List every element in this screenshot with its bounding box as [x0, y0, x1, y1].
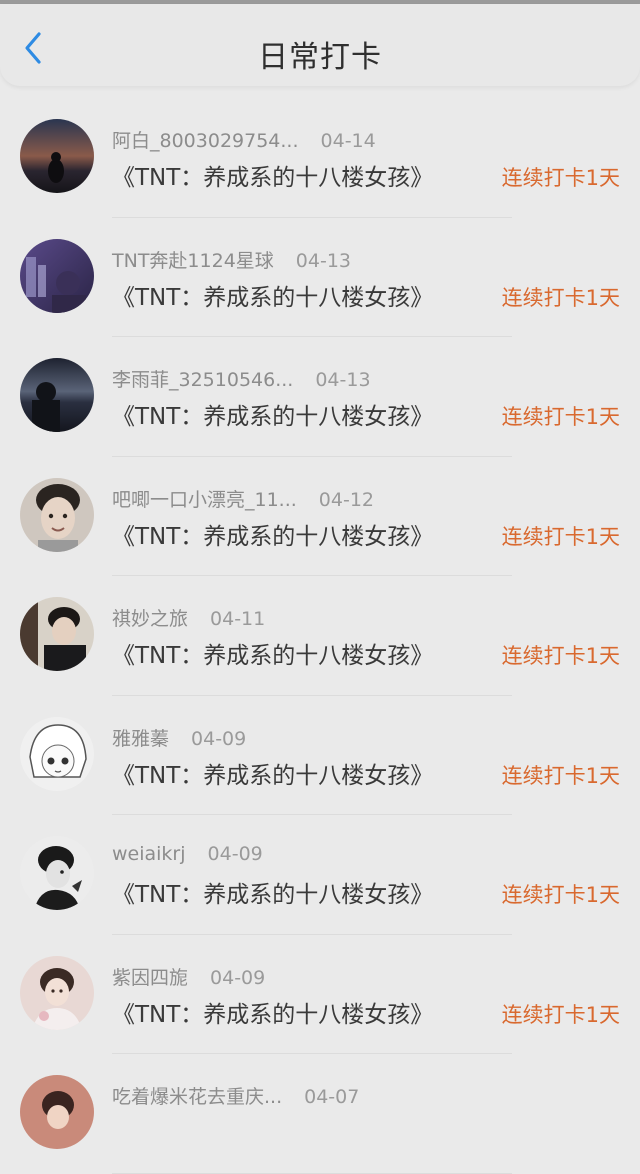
avatar[interactable] — [20, 955, 94, 1030]
streak-label: 连续打卡1天 — [501, 644, 620, 668]
book-title[interactable]: 《TNT：养成系的十八楼女孩》 — [112, 636, 433, 670]
streak-label: 连续打卡1天 — [501, 1002, 620, 1027]
checkin-date: 04-11 — [210, 608, 266, 630]
username[interactable]: 紫因四旎 — [112, 967, 188, 989]
entry-meta: weiaikrj 04-09 — [112, 843, 263, 865]
nav-bar: 日常打卡 — [0, 4, 640, 86]
list-item[interactable]: 吃着爆米花去重庆... 04-07 — [0, 1054, 640, 1174]
streak-label: 连续打卡1天 — [501, 524, 620, 549]
entry-meta: 吃着爆米花去重庆... 04-07 — [112, 1082, 359, 1109]
streak-label: 连续打卡1天 — [501, 166, 620, 190]
streak-label: 连续打卡1天 — [501, 763, 620, 788]
list-item[interactable]: weiaikrj 04-09 《TNT：养成系的十八楼女孩》 连续打卡1天 — [0, 815, 640, 935]
list-item[interactable]: 李雨菲_32510546... 04-13 《TNT：养成系的十八楼女孩》 连续打… — [0, 337, 640, 457]
list-item[interactable]: 祺妙之旅 04-11 《TNT：养成系的十八楼女孩》 连续打卡1天 — [0, 576, 640, 696]
checkin-date: 04-09 — [191, 727, 247, 750]
streak-label: 连续打卡1天 — [501, 285, 620, 310]
checkin-date: 04-13 — [315, 369, 371, 391]
checkin-list: 阿白_8003029754... 04-14 《TNT：养成系的十八楼女孩》 连续… — [0, 98, 640, 1174]
avatar[interactable] — [20, 238, 94, 313]
list-item[interactable]: 阿白_8003029754... 04-14 《TNT：养成系的十八楼女孩》 连续… — [0, 98, 640, 218]
avatar[interactable] — [20, 1075, 94, 1149]
checkin-date: 04-09 — [210, 966, 266, 989]
username[interactable]: 李雨菲_32510546... — [112, 369, 293, 391]
entry-meta: 祺妙之旅 04-11 — [112, 604, 265, 631]
checkin-date: 04-12 — [318, 488, 375, 511]
checkin-date: 04-09 — [207, 843, 263, 865]
streak-label: 连续打卡1天 — [501, 405, 620, 429]
checkin-date: 04-07 — [304, 1086, 360, 1108]
entry-meta: 李雨菲_32510546... 04-13 — [112, 365, 371, 392]
page-title: 日常打卡 — [258, 40, 382, 75]
username[interactable]: 吃着爆米花去重庆... — [112, 1086, 282, 1108]
username[interactable]: 阿白_8003029754... — [112, 130, 299, 152]
username[interactable]: 雅雅蓁 — [112, 728, 169, 750]
username[interactable]: TNT奔赴1124星球 — [112, 250, 274, 272]
book-title[interactable]: 《TNT：养成系的十八楼女孩》 — [112, 995, 433, 1029]
username[interactable]: 吧唧一口小漂亮_11... — [112, 489, 297, 511]
list-item[interactable]: 紫因四旎 04-09 《TNT：养成系的十八楼女孩》 连续打卡1天 — [0, 935, 640, 1055]
avatar[interactable] — [20, 477, 94, 552]
username[interactable]: 祺妙之旅 — [112, 608, 188, 630]
avatar[interactable] — [20, 119, 94, 193]
list-item[interactable]: 吧唧一口小漂亮_11... 04-12 《TNT：养成系的十八楼女孩》 连续打卡1… — [0, 457, 640, 577]
list-item[interactable]: 雅雅蓁 04-09 《TNT：养成系的十八楼女孩》 连续打卡1天 — [0, 696, 640, 816]
list-item[interactable]: TNT奔赴1124星球 04-13 《TNT：养成系的十八楼女孩》 连续打卡1天 — [0, 218, 640, 338]
book-title[interactable]: 《TNT：养成系的十八楼女孩》 — [112, 158, 433, 192]
username[interactable]: weiaikrj — [112, 843, 186, 865]
book-title[interactable]: 《TNT：养成系的十八楼女孩》 — [112, 397, 433, 431]
entry-meta: TNT奔赴1124星球 04-13 — [112, 246, 351, 273]
entry-meta: 紫因四旎 04-09 — [112, 963, 265, 990]
checkin-date: 04-14 — [320, 130, 376, 152]
entry-meta: 阿白_8003029754... 04-14 — [112, 126, 376, 153]
book-title[interactable]: 《TNT：养成系的十八楼女孩》 — [112, 278, 433, 312]
avatar[interactable] — [20, 597, 94, 671]
streak-label: 连续打卡1天 — [501, 883, 620, 907]
book-title[interactable]: 《TNT：养成系的十八楼女孩》 — [112, 517, 433, 551]
book-title[interactable]: 《TNT：养成系的十八楼女孩》 — [112, 756, 433, 790]
entry-meta: 雅雅蓁 04-09 — [112, 724, 246, 751]
avatar[interactable] — [20, 836, 94, 910]
avatar[interactable] — [20, 716, 94, 791]
book-title[interactable]: 《TNT：养成系的十八楼女孩》 — [112, 875, 433, 909]
checkin-date: 04-13 — [295, 249, 351, 272]
entry-meta: 吧唧一口小漂亮_11... 04-12 — [112, 485, 374, 512]
avatar[interactable] — [20, 358, 94, 432]
